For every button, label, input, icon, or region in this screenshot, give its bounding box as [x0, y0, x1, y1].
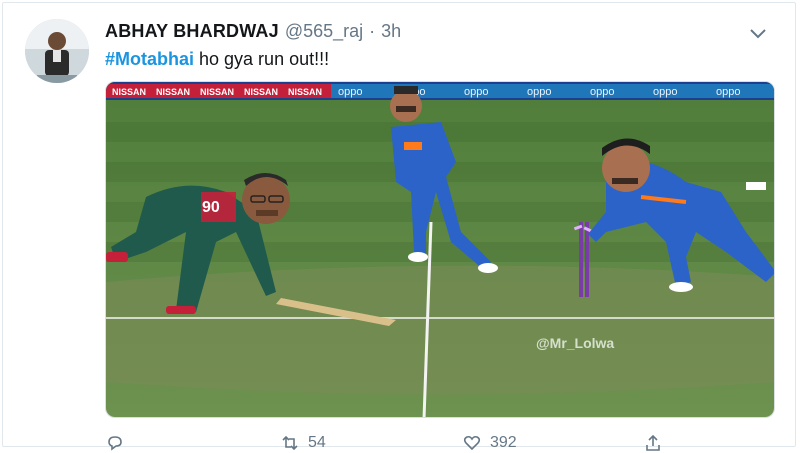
like-count: 392: [490, 434, 517, 451]
billboard-text: oppo: [716, 86, 740, 98]
avatar[interactable]: [25, 19, 89, 83]
user-handle[interactable]: @565_raj: [285, 21, 363, 42]
image-watermark: @Mr_Lolwa: [536, 335, 614, 351]
billboard-text: oppo: [338, 86, 362, 98]
billboard-text: NISSAN: [200, 87, 234, 97]
retweet-count: 54: [308, 434, 326, 451]
billboard-text: oppo: [590, 86, 614, 98]
tweet-body: ho gya run out!!!: [194, 49, 330, 69]
billboard-text: NISSAN: [156, 87, 190, 97]
retweet-icon: [282, 435, 298, 451]
billboard-text: NISSAN: [112, 87, 146, 97]
display-name[interactable]: ABHAY BHARDWAJ: [105, 21, 279, 42]
tweet-text: #Motabhai ho gya run out!!!: [105, 49, 329, 70]
retweet-button[interactable]: 54: [280, 433, 326, 453]
separator-dot: ·: [369, 21, 376, 41]
tweet-actions: 54 392: [105, 433, 705, 453]
heart-icon: [463, 435, 481, 451]
share-icon: [646, 434, 660, 451]
billboard-text: oppo: [527, 86, 551, 98]
jersey-number: 90: [202, 199, 220, 216]
billboard-text: NISSAN: [288, 87, 322, 97]
share-button[interactable]: [643, 433, 663, 453]
billboard-text: oppo: [464, 86, 488, 98]
tweet-header: ABHAY BHARDWAJ @565_raj · 3h: [105, 21, 401, 47]
billboard-text: NISSAN: [244, 87, 278, 97]
like-button[interactable]: 392: [462, 433, 517, 453]
reply-button[interactable]: [105, 433, 125, 453]
chevron-down-icon[interactable]: [747, 25, 769, 41]
reply-icon: [108, 436, 122, 451]
tweet-media-image[interactable]: NISSAN NISSAN NISSAN NISSAN NISSAN oppo …: [105, 81, 775, 418]
hashtag-link[interactable]: #Motabhai: [105, 49, 194, 69]
tweet-timestamp[interactable]: 3h: [381, 21, 401, 42]
tweet-card: ABHAY BHARDWAJ @565_raj · 3h #Motabhai h…: [2, 2, 796, 451]
billboard-text: oppo: [653, 86, 677, 98]
